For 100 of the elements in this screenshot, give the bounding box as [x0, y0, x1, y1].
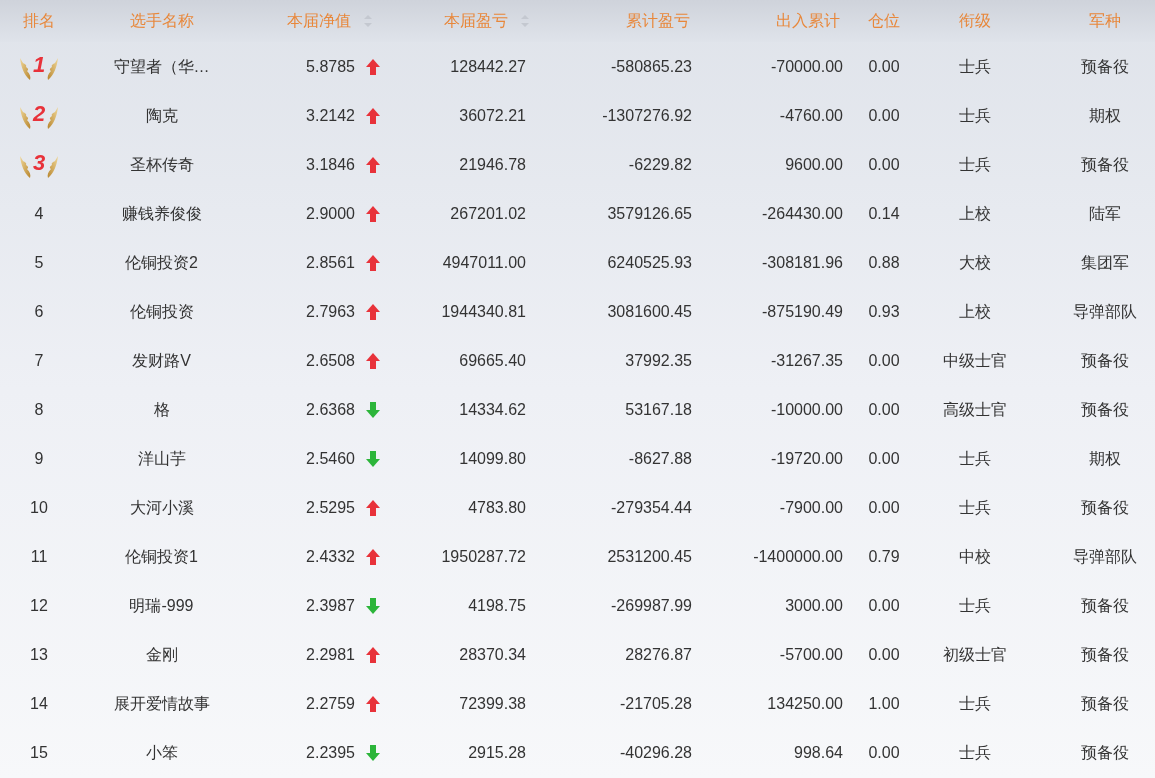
table-cell-text: 11 [30, 546, 48, 567]
table-cell-text: 0.00 [868, 105, 900, 126]
table-cell-text: -580865.23 [611, 56, 692, 77]
table-cell-text: 0.00 [868, 56, 900, 77]
table-cell-text: 6240525.93 [607, 252, 692, 273]
table-cell-text: 预备役 [1081, 399, 1129, 420]
table-cell-text: -10000.00 [770, 399, 843, 420]
table-cell-text: 4198.75 [468, 595, 526, 616]
table-cell-text: 2.7963 [306, 301, 355, 322]
table-cell-text: 4783.80 [468, 497, 526, 518]
table-cell-text: 洋山芋 [137, 448, 186, 469]
table-cell-text: 大校 [959, 252, 991, 273]
table-cell-text: 士兵 [959, 448, 991, 469]
table-cell-text: 3579126.65 [607, 203, 692, 224]
table-cell-text: 大河小溪 [129, 497, 194, 518]
table-cell-text: 伦铜投资 [129, 301, 194, 322]
table-cell-text: -6229.82 [628, 154, 692, 175]
table-cell-text: 12 [30, 595, 48, 616]
table-cell-text: 69665.40 [459, 350, 526, 371]
table-cell-text: 0.14 [868, 203, 900, 224]
table-cell-text: 期权 [1089, 105, 1121, 126]
table-cell-text: -279354.44 [611, 497, 692, 518]
table-cell-text: 预备役 [1081, 497, 1129, 518]
table-cell-text: 3081600.45 [607, 301, 692, 322]
table-cell-text: 14099.80 [459, 448, 526, 469]
table-cell-text: 2.2759 [306, 693, 355, 714]
table-cell-text: -5700.00 [779, 644, 843, 665]
table-cell-text: 士兵 [959, 56, 991, 77]
table-cell-text: 2.2981 [306, 644, 355, 665]
table-cell-text: 士兵 [959, 154, 991, 175]
table-cell-text: 中级士官 [943, 350, 1007, 371]
table-cell-text: 上校 [959, 301, 991, 322]
table-cell-text: 2.2395 [306, 742, 355, 763]
rank-number: 2 [32, 101, 46, 127]
table-cell-text: 1950287.72 [441, 546, 526, 567]
table-cell-text: 中校 [959, 546, 991, 567]
table-cell-text: 3.2142 [306, 105, 355, 126]
table-cell-text: 14 [30, 693, 48, 714]
table-cell-text: 0.00 [868, 399, 900, 420]
table-cell-text: 2.5295 [306, 497, 355, 518]
rank-number: 3 [32, 150, 46, 176]
table-cell-text: 9600.00 [785, 154, 843, 175]
table-cell-text: 2.6508 [306, 350, 355, 371]
table-cell-text: 128442.27 [450, 56, 526, 77]
table-cell-text: 导弹部队 [1073, 301, 1137, 322]
table-cell-text: 圣杯传奇 [129, 154, 194, 175]
table-cell-text: -19720.00 [770, 448, 843, 469]
rank-number: 1 [32, 52, 46, 78]
table-cell-text: -21705.28 [619, 693, 692, 714]
table-cell-text: 0.00 [868, 350, 900, 371]
table-cell-text: 0.00 [868, 644, 900, 665]
sort-header-button[interactable]: 本届盈亏 [444, 9, 530, 33]
table-cell-text: 2.8561 [306, 252, 355, 273]
table-cell-text: 0.93 [868, 301, 900, 322]
table-cell-text: 6 [34, 301, 44, 322]
column-header: 仓位 [868, 11, 900, 31]
table-cell-text: -264430.00 [762, 203, 843, 224]
column-header: 选手名称 [129, 11, 194, 31]
sort-header-button[interactable]: 本届净值 [287, 9, 373, 33]
table-cell-text: -875190.49 [762, 301, 843, 322]
table-cell-text: 0.00 [868, 595, 900, 616]
table-cell-text: 士兵 [959, 497, 991, 518]
table-cell-text: -8627.88 [628, 448, 692, 469]
column-header: 衔级 [959, 11, 991, 31]
table-cell-text: -70000.00 [770, 56, 843, 77]
table-cell-text: -4760.00 [779, 105, 843, 126]
table-cell-text: 1.00 [868, 693, 900, 714]
table-cell-text: 2.5460 [306, 448, 355, 469]
table-cell-text: -7900.00 [779, 497, 843, 518]
table-cell-text: 3.1846 [306, 154, 355, 175]
table-cell-text: 小笨 [145, 742, 178, 763]
table-cell-text: -1400000.00 [753, 546, 843, 567]
table-cell-text: 53167.18 [625, 399, 692, 420]
table-cell-text: 上校 [959, 203, 991, 224]
table-cell-text: 预备役 [1081, 644, 1129, 665]
table-cell-text: 预备役 [1081, 350, 1129, 371]
table-cell-text: 预备役 [1081, 154, 1129, 175]
table-cell-text: 预备役 [1081, 56, 1129, 77]
table-cell-text: 15 [30, 742, 48, 763]
table-cell-text: 2.6368 [306, 399, 355, 420]
table-cell-text: 1944340.81 [441, 301, 526, 322]
table-cell-text: 2.9000 [306, 203, 355, 224]
table-cell-text: 陆军 [1089, 203, 1121, 224]
column-header: 军种 [1089, 11, 1121, 31]
table-cell-text: 集团军 [1081, 252, 1129, 273]
table-cell-text: -1307276.92 [602, 105, 692, 126]
table-cell-text: 10 [30, 497, 48, 518]
table-cell-text: 0.00 [868, 497, 900, 518]
table-cell-text: 4 [34, 203, 44, 224]
table-cell-text: 5 [34, 252, 44, 273]
table-cell-text: -269987.99 [611, 595, 692, 616]
table-cell-text: 28276.87 [625, 644, 692, 665]
table-cell-text: 赚钱养俊俊 [121, 203, 202, 224]
table-cell-text: 2.4332 [306, 546, 355, 567]
table-cell-text: 高级士官 [943, 399, 1007, 420]
table-cell-text: 伦铜投资2 [125, 252, 198, 273]
table-cell-text: 预备役 [1081, 595, 1129, 616]
table-cell-text: 9 [34, 448, 44, 469]
table-cell-text: 士兵 [959, 693, 991, 714]
table-cell-text: 2.3987 [306, 595, 355, 616]
